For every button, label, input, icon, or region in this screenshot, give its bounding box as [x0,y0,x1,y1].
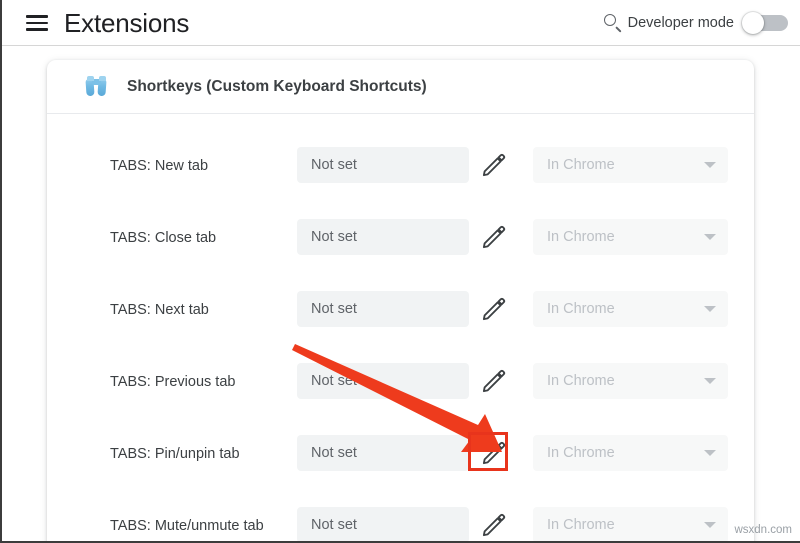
annotation-highlight-box [468,432,508,471]
scope-dropdown[interactable]: In Chrome [533,435,728,471]
chevron-down-icon [704,522,716,528]
binoculars-icon [85,76,108,97]
hamburger-bar-1 [26,15,48,18]
search-icon[interactable] [602,12,624,34]
binoculars-left-eyepiece [87,76,94,81]
scope-value: In Chrome [547,147,615,183]
pencil-icon[interactable] [479,222,509,252]
shortcut-row-list: TABS: New tab Not set In Chrome TABS: Cl… [47,114,754,543]
pencil-icon[interactable] [479,366,509,396]
shortcut-input[interactable]: Not set [297,291,469,327]
search-lens [604,14,616,26]
page-title: Extensions [64,6,189,40]
scope-value: In Chrome [547,363,615,399]
scope-dropdown[interactable]: In Chrome [533,219,728,255]
shortcut-row: TABS: Previous tab Not set In Chrome [47,351,754,423]
binoculars-right-eyepiece [99,76,106,81]
pencil-icon[interactable] [479,510,509,540]
shortcut-command-label: TABS: Pin/unpin tab [110,444,240,464]
top-app-bar: Extensions Developer mode [2,0,800,46]
developer-mode-label: Developer mode [628,14,734,32]
shortcut-row: TABS: Close tab Not set In Chrome [47,207,754,279]
extension-card-header: Shortkeys (Custom Keyboard Shortcuts) [47,60,754,114]
scope-dropdown[interactable]: In Chrome [533,507,728,543]
shortcut-command-label: TABS: Mute/unmute tab [110,516,264,536]
scope-value: In Chrome [547,219,615,255]
shortcut-input[interactable]: Not set [297,507,469,543]
toggle-knob [742,12,764,34]
shortcut-command-label: TABS: Next tab [110,300,209,320]
pencil-icon[interactable] [479,150,509,180]
chevron-down-icon [704,306,716,312]
shortcut-input[interactable]: Not set [297,219,469,255]
hamburger-bar-2 [26,22,48,25]
developer-mode-toggle[interactable] [742,12,790,34]
shortcut-row: TABS: Mute/unmute tab Not set In Chrome [47,495,754,543]
chevron-down-icon [704,450,716,456]
chevron-down-icon [704,162,716,168]
scope-value: In Chrome [547,291,615,327]
shortcut-row: TABS: New tab Not set In Chrome [47,135,754,207]
shortcut-row: TABS: Pin/unpin tab Not set In Chrome [47,423,754,495]
extension-name: Shortkeys (Custom Keyboard Shortcuts) [127,60,427,113]
watermark: wsxdn.com [734,524,792,536]
scope-dropdown[interactable]: In Chrome [533,147,728,183]
shortcut-row: TABS: Next tab Not set In Chrome [47,279,754,351]
hamburger-menu-icon[interactable] [24,13,50,33]
shortcut-command-label: TABS: Close tab [110,228,216,248]
scope-value: In Chrome [547,435,615,471]
hamburger-bar-3 [26,28,48,31]
chevron-down-icon [704,234,716,240]
browser-window: Extensions Developer mode Shortkeys (Cus… [0,0,800,543]
scope-dropdown[interactable]: In Chrome [533,363,728,399]
shortcut-command-label: TABS: Previous tab [110,372,235,392]
search-handle [615,26,621,32]
shortcut-command-label: TABS: New tab [110,156,208,176]
pencil-icon[interactable] [479,294,509,324]
scope-value: In Chrome [547,507,615,543]
extension-card: Shortkeys (Custom Keyboard Shortcuts) TA… [47,60,754,543]
shortcut-input[interactable]: Not set [297,435,469,471]
scope-dropdown[interactable]: In Chrome [533,291,728,327]
shortcut-input[interactable]: Not set [297,147,469,183]
shortcut-input[interactable]: Not set [297,363,469,399]
chevron-down-icon [704,378,716,384]
